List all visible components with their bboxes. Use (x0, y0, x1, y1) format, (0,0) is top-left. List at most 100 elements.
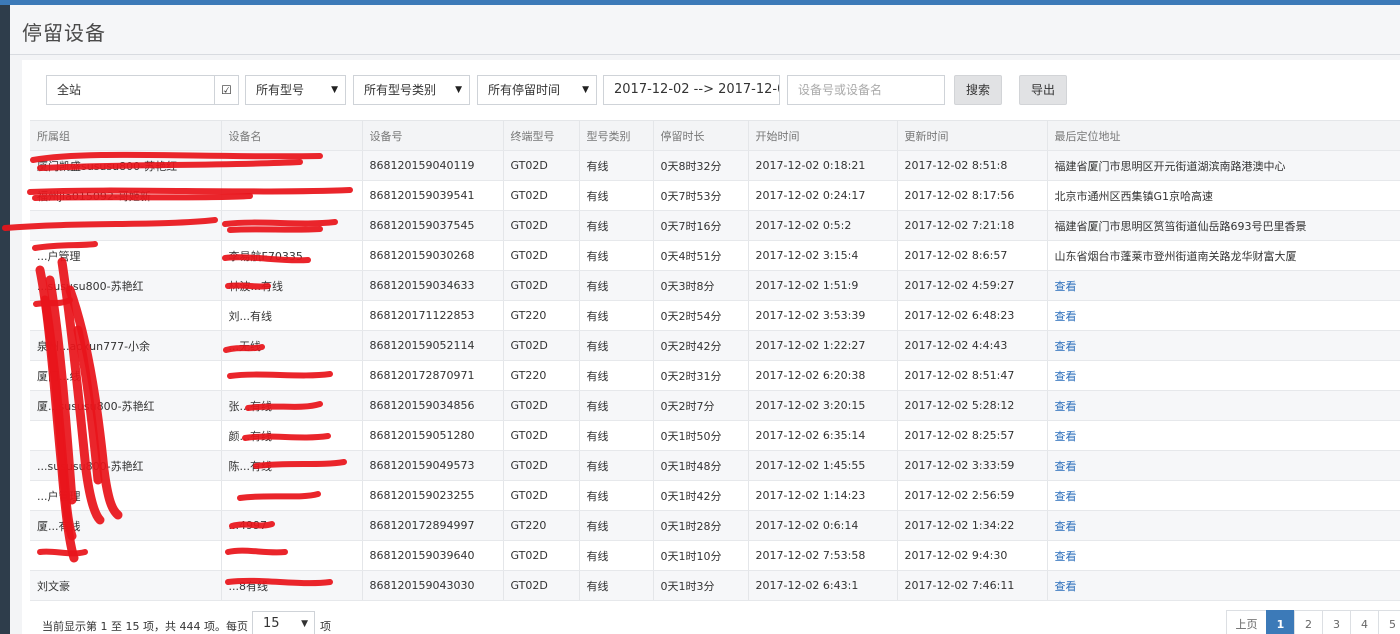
scope-select-value: 全站 (57, 83, 82, 97)
view-location-link[interactable]: 查看 (1047, 540, 1400, 571)
page-header: 停留设备 (10, 5, 1400, 55)
view-location-link[interactable]: 查看 (1047, 300, 1400, 331)
column-header[interactable]: 终端型号 (503, 120, 580, 151)
view-location-link[interactable]: 查看 (1047, 390, 1400, 421)
update-time-cell: 2017-12-02 8:6:57 (897, 240, 1048, 271)
caret-down-icon: ▼ (582, 85, 589, 95)
model-type-select[interactable]: 所有型号类别 ▼ (353, 75, 470, 105)
view-location-link[interactable]: 查看 (1047, 570, 1400, 601)
model-type-cell: 有线 (579, 300, 654, 331)
device-name-cell: 颜...有线 (221, 420, 363, 451)
column-header[interactable]: 型号类别 (579, 120, 654, 151)
date-range-input[interactable]: 2017-12-02 --> 2017-12-0 (603, 75, 780, 105)
table-row[interactable]: 厦...sususu800-苏艳红 张...有线 868120159034856 GT… (30, 390, 1400, 421)
column-header[interactable]: 停留时长 (653, 120, 749, 151)
column-header[interactable]: 设备名 (221, 120, 363, 151)
page-button-2[interactable]: 2 (1294, 610, 1323, 634)
content-panel: 全站 ☑ 所有型号 ▼ 所有型号类别 ▼ 所有停留时间 ▼ 2017-12-02… (22, 60, 1400, 634)
device-name-cell (221, 480, 363, 511)
table-row[interactable]: ...户管理 李易航F70335 868120159030268 GT02D 有线 0天4… (30, 240, 1400, 271)
group-cell (30, 540, 222, 571)
model-type-cell: 有线 (579, 450, 654, 481)
page-button-1[interactable]: 1 (1266, 610, 1295, 634)
device-name-cell (221, 180, 363, 211)
model-cell: GT02D (503, 330, 580, 361)
table-row[interactable]: 刘文豪 ...8有线 868120159043030 GT02D 有线 0天1时3分 201… (30, 570, 1400, 601)
view-location-link[interactable]: 查看 (1047, 510, 1400, 541)
page-button-5[interactable]: 5 (1378, 610, 1400, 634)
table-row[interactable]: ...sususu800-苏艳红 林波...有线 868120159034633 GT… (30, 270, 1400, 301)
filter-bar: 全站 ☑ 所有型号 ▼ 所有型号类别 ▼ 所有停留时间 ▼ 2017-12-02… (22, 60, 1400, 120)
view-location-link[interactable]: 查看 (1047, 330, 1400, 361)
scope-select[interactable]: 全站 ☑ (46, 75, 239, 105)
update-time-cell: 2017-12-02 4:4:43 (897, 330, 1048, 361)
update-time-cell: 2017-12-02 8:51:47 (897, 360, 1048, 391)
update-time-cell: 2017-12-02 7:46:11 (897, 570, 1048, 601)
model-cell: GT02D (503, 210, 580, 241)
model-type-cell: 有线 (579, 510, 654, 541)
column-header[interactable]: 更新时间 (897, 120, 1048, 151)
view-location-link[interactable]: 查看 (1047, 480, 1400, 511)
device-name-cell (221, 360, 363, 391)
update-time-cell: 2017-12-02 8:51:8 (897, 150, 1048, 181)
table-row[interactable]: ...户管理 868120159023255 GT02D 有线 0天1时42分 2017-… (30, 480, 1400, 511)
model-cell: GT02D (503, 420, 580, 451)
page-button-4[interactable]: 4 (1350, 610, 1379, 634)
column-header[interactable]: 开始时间 (748, 120, 898, 151)
per-page-select[interactable]: 15 ▼ (252, 611, 315, 634)
device-name-cell: 陈...有线 (221, 450, 363, 481)
table-row[interactable]: 福州jia015092-哥姬新 868120159039541 GT02D 有线 0天7… (30, 180, 1400, 211)
prev-page-button[interactable]: 上页 (1226, 610, 1267, 634)
table-row[interactable]: 厦门...线 868120172870971 GT220 有线 0天2时31分 2017-… (30, 360, 1400, 391)
stay-duration-cell: 0天1时50分 (653, 420, 749, 451)
device-name-cell (221, 210, 363, 241)
stay-duration-cell: 0天7时16分 (653, 210, 749, 241)
table-row[interactable]: 868120159037545 GT02D 有线 0天7时16分 2017-12-02 … (30, 210, 1400, 241)
table-row[interactable]: 泉州...aoxun777-小余 ...无线 868120159052114 GT02… (30, 330, 1400, 361)
table-row[interactable]: 颜...有线 868120159051280 GT02D 有线 0天1时50分 2017-… (30, 420, 1400, 451)
model-cell: GT02D (503, 480, 580, 511)
model-cell: GT220 (503, 300, 580, 331)
device-id-cell: 868120172870971 (362, 360, 504, 391)
model-type-cell: 有线 (579, 360, 654, 391)
page-title: 停留设备 (22, 21, 106, 45)
checkbox-icon[interactable]: ☑ (214, 76, 238, 104)
device-id-cell: 868120159039640 (362, 540, 504, 571)
update-time-cell: 2017-12-02 9:4:30 (897, 540, 1048, 571)
table-footer: 当前显示第 1 至 15 项，共 444 项。每页 15 ▼ 项 上页 1 2 … (22, 610, 1400, 634)
table-row[interactable]: 厦门凯盛sususu800-苏艳红 868120159040119 GT02D 有线 0… (30, 150, 1400, 181)
model-type-cell: 有线 (579, 540, 654, 571)
stay-time-select-value: 所有停留时间 (488, 83, 561, 97)
group-cell (30, 420, 222, 451)
group-cell: 厦...sususu800-苏艳红 (30, 390, 222, 421)
stay-time-select[interactable]: 所有停留时间 ▼ (477, 75, 597, 105)
export-button[interactable]: 导出 (1019, 75, 1067, 105)
page-button-3[interactable]: 3 (1322, 610, 1351, 634)
table-row[interactable]: ...sususu800-苏艳红 陈...有线 868120159049573 GT0… (30, 450, 1400, 481)
model-type-cell: 有线 (579, 210, 654, 241)
view-location-link[interactable]: 查看 (1047, 270, 1400, 301)
group-cell: 福州jia015092-哥姬新 (30, 180, 222, 211)
table-row[interactable]: 868120159039640 GT02D 有线 0天1时10分 2017-12-02 … (30, 540, 1400, 571)
table-row[interactable]: 厦...有线 ...4997 868120172894997 GT220 有线 0天1时2… (30, 510, 1400, 541)
caret-down-icon: ▼ (331, 85, 338, 95)
model-cell: GT02D (503, 570, 580, 601)
column-header[interactable]: 所属组 (30, 120, 222, 151)
model-select[interactable]: 所有型号 ▼ (245, 75, 346, 105)
address-cell: 北京市通州区西集镇G1京哈高速 (1047, 180, 1400, 211)
start-time-cell: 2017-12-02 3:53:39 (748, 300, 898, 331)
search-button[interactable]: 搜索 (954, 75, 1002, 105)
view-location-link[interactable]: 查看 (1047, 450, 1400, 481)
start-time-cell: 2017-12-02 1:22:27 (748, 330, 898, 361)
model-cell: GT02D (503, 180, 580, 211)
table-row[interactable]: 刘...有线 868120171122853 GT220 有线 0天2时54分 2017-… (30, 300, 1400, 331)
column-header[interactable]: 最后定位地址 (1047, 120, 1400, 151)
column-header[interactable]: 设备号 (362, 120, 504, 151)
group-cell: 厦...有线 (30, 510, 222, 541)
address-cell: 福建省厦门市思明区开元街道湖滨南路港澳中心 (1047, 150, 1400, 181)
view-location-link[interactable]: 查看 (1047, 360, 1400, 391)
stay-duration-cell: 0天1时10分 (653, 540, 749, 571)
model-type-cell: 有线 (579, 270, 654, 301)
view-location-link[interactable]: 查看 (1047, 420, 1400, 451)
search-input[interactable]: 设备号或设备名 (787, 75, 945, 105)
